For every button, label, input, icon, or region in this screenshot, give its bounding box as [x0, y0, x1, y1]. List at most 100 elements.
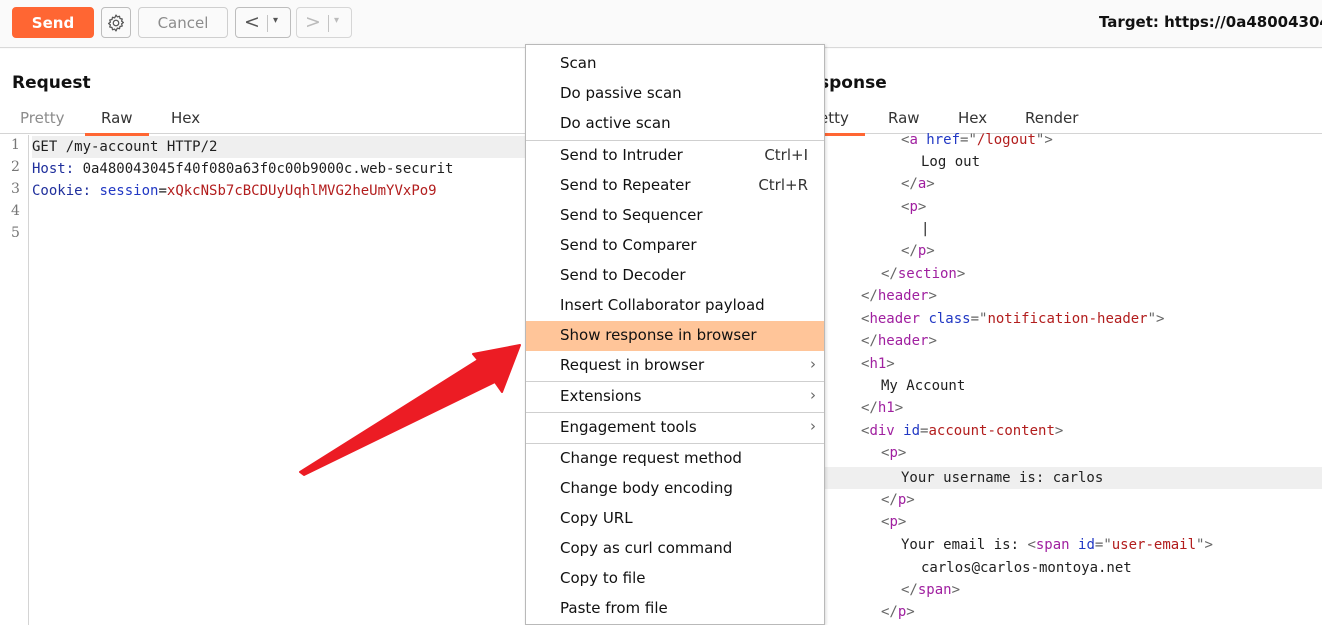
tag-name: div — [869, 423, 895, 439]
tag-name: p — [889, 445, 898, 461]
tab-hex[interactable]: Hex — [171, 109, 200, 134]
code-line: </header> — [861, 285, 937, 307]
code-line: <p> — [881, 442, 906, 464]
menu-item-label: Change request method — [560, 449, 742, 467]
menu-item-label: Copy URL — [560, 509, 633, 527]
menu-item-extensions[interactable]: Extensions › — [526, 382, 824, 412]
divider — [328, 15, 329, 32]
cookie-eq: = — [158, 183, 167, 199]
menu-item-copy-to-file[interactable]: Copy to file — [526, 564, 824, 594]
menu-item-label: Send to Repeater — [560, 176, 691, 194]
text-node: carlos@carlos-montoya.net — [921, 560, 1132, 576]
punct: > — [917, 199, 927, 215]
menu-item-copy-url[interactable]: Copy URL — [526, 504, 824, 534]
punct: </ — [881, 604, 898, 620]
caret-down-icon[interactable]: ▾ — [334, 15, 339, 26]
punct: =" — [970, 311, 988, 327]
tab-pretty[interactable]: Pretty — [20, 109, 65, 134]
punct: "> — [1196, 537, 1213, 553]
punct: "> — [1035, 132, 1053, 148]
code-line: <div id=account-content> — [861, 420, 1063, 442]
caret-down-icon[interactable]: ▾ — [273, 15, 278, 26]
menu-item-show-response-in-browser[interactable]: Show response in browser — [526, 321, 824, 351]
header-value: 0a480043045f40f080a63f0c00b9000c.web-sec… — [82, 161, 454, 177]
target-label[interactable]: Target: https://0a48004304 — [1099, 13, 1322, 31]
tag-name: span — [1035, 537, 1070, 553]
menu-item-do-active-scan[interactable]: Do active scan — [526, 109, 824, 139]
line-number: 4 — [11, 203, 20, 219]
menu-item-label: Request in browser — [560, 356, 705, 374]
menu-item-change-body-encoding[interactable]: Change body encoding — [526, 474, 824, 504]
chevron-right-icon: › — [810, 355, 816, 373]
menu-item-send-to-intruder[interactable]: Send to Intruder Ctrl+I — [526, 141, 824, 171]
cancel-button[interactable]: Cancel — [138, 7, 228, 38]
attr-value: account-content — [928, 423, 1055, 439]
request-tabs: Pretty Raw Hex — [0, 107, 526, 136]
punct: > — [906, 492, 915, 508]
punct: > — [906, 604, 915, 620]
menu-item-label: Change body encoding — [560, 479, 733, 497]
punct: </ — [861, 333, 878, 349]
code-line: <a href="/logout"> — [901, 129, 1053, 151]
menu-item-label: Insert Collaborator payload — [560, 296, 765, 314]
attr-value: /logout — [976, 132, 1036, 148]
menu-item-send-to-repeater[interactable]: Send to Repeater Ctrl+R — [526, 171, 824, 201]
code-line: <h1> — [861, 353, 895, 375]
punct: =" — [960, 132, 977, 148]
settings-button[interactable] — [101, 7, 131, 38]
punct: > — [897, 445, 907, 461]
line-number: 3 — [11, 181, 20, 197]
menu-item-send-to-comparer[interactable]: Send to Comparer — [526, 231, 824, 261]
menu-item-engagement-tools[interactable]: Engagement tools › — [526, 413, 824, 443]
menu-item-change-request-method[interactable]: Change request method — [526, 444, 824, 474]
punct: =" — [1094, 537, 1112, 553]
menu-item-insert-collaborator-payload[interactable]: Insert Collaborator payload — [526, 291, 824, 321]
punct: </ — [901, 176, 918, 192]
punct: "> — [1147, 311, 1165, 327]
menu-item-label: Do passive scan — [560, 84, 682, 102]
code-line: </p> — [901, 240, 935, 262]
menu-item-label: Send to Decoder — [560, 266, 686, 284]
attr-name: class — [920, 311, 971, 327]
menu-item-label: Copy as curl command — [560, 539, 733, 557]
code-line: <p> — [901, 196, 926, 218]
menu-item-scan[interactable]: Scan — [526, 49, 824, 79]
menu-item-copy-as-curl-command[interactable]: Copy as curl command — [526, 534, 824, 564]
code-line: </p> — [881, 489, 915, 511]
punct: > — [928, 333, 937, 349]
line-number: 1 — [11, 137, 20, 153]
code-line: Your email is: <span id="user-email"> — [901, 534, 1213, 556]
menu-item-request-in-browser[interactable]: Request in browser › — [526, 351, 824, 381]
text-cursor: | — [921, 221, 930, 237]
chevron-right-icon: › — [810, 386, 816, 404]
menu-item-label: Engagement tools — [560, 418, 697, 436]
punct: < — [1027, 537, 1036, 553]
chevron-right-icon: › — [810, 417, 816, 435]
menu-item-label: Send to Comparer — [560, 236, 697, 254]
annotation-arrow-icon — [299, 344, 521, 476]
tab-raw[interactable]: Raw — [85, 109, 148, 136]
tag-name: span — [917, 582, 952, 598]
code-line: </span> — [901, 579, 960, 601]
code-line[interactable]: Host: 0a480043045f40f080a63f0c00b9000c.w… — [32, 158, 453, 180]
code-line[interactable]: Cookie: session=xQkcNSb7cBCDUyUqhlMVG2he… — [32, 180, 437, 202]
attr-name: id — [1069, 537, 1095, 553]
send-button[interactable]: Send — [12, 7, 94, 38]
menu-item-do-passive-scan[interactable]: Do passive scan — [526, 79, 824, 109]
context-menu: Scan Do passive scan Do active scan Send… — [525, 44, 825, 625]
punct: > — [926, 176, 935, 192]
punct: > — [951, 582, 961, 598]
menu-item-send-to-decoder[interactable]: Send to Decoder — [526, 261, 824, 291]
punct: </ — [901, 582, 918, 598]
history-back-button[interactable]: < ▾ — [235, 7, 291, 38]
menu-item-label: Do active scan — [560, 114, 671, 132]
code-line[interactable]: GET /my-account HTTP/2 — [32, 136, 526, 158]
history-forward-button[interactable]: > ▾ — [296, 7, 352, 38]
punct: </ — [881, 266, 898, 282]
code-line: <p> — [881, 511, 906, 533]
punct: > — [897, 514, 907, 530]
code-line: </h1> — [861, 397, 903, 419]
menu-item-paste-from-file[interactable]: Paste from file — [526, 594, 824, 624]
menu-item-send-to-sequencer[interactable]: Send to Sequencer — [526, 201, 824, 231]
divider — [267, 15, 268, 32]
